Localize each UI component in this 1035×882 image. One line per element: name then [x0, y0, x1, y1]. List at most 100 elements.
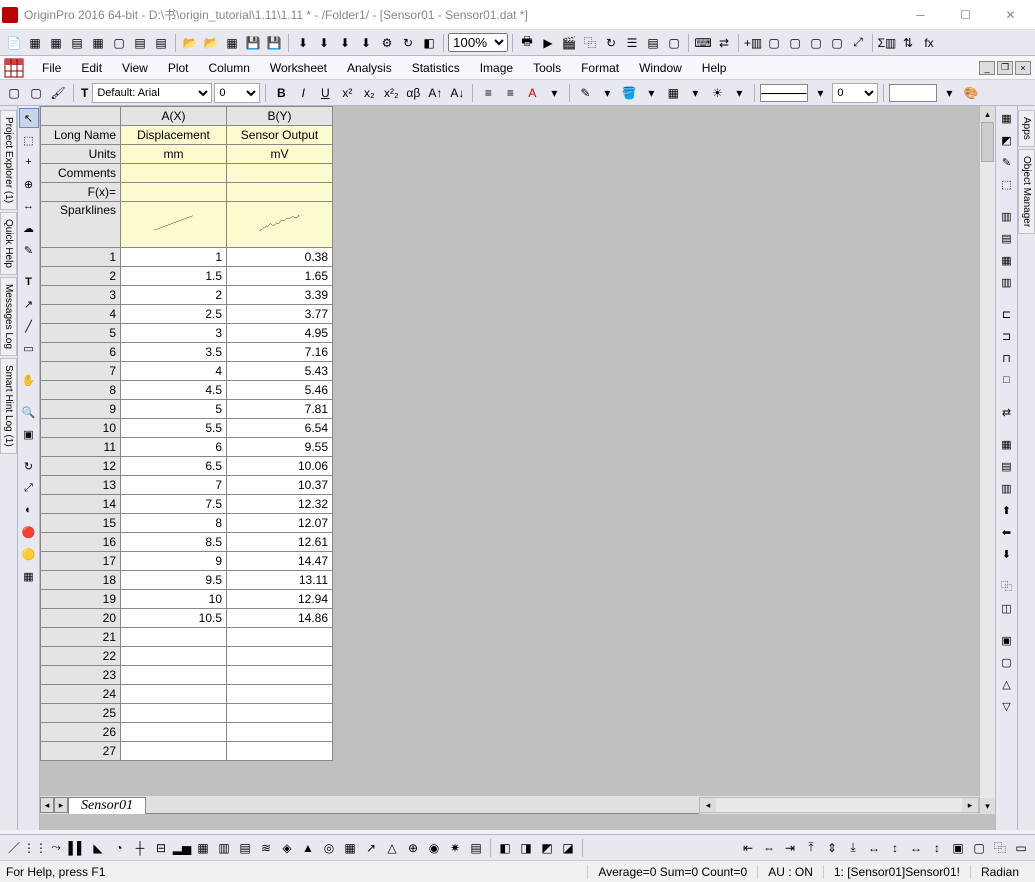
3d-xyz-icon[interactable]: ◈ — [277, 838, 297, 858]
cell-a[interactable]: 6.5 — [121, 457, 227, 476]
increase-font-icon[interactable]: A↑ — [425, 83, 445, 103]
horizontal-scrollbar[interactable]: ◂ ▸ — [699, 797, 979, 813]
bold-icon[interactable]: B — [271, 83, 291, 103]
long-name-label[interactable]: Long Name — [41, 126, 121, 145]
cell-a[interactable]: 3 — [121, 324, 227, 343]
row-header[interactable]: 22 — [41, 647, 121, 666]
new-graph-icon[interactable]: ▤ — [67, 33, 87, 53]
add-panel-icon[interactable]: ▦ — [997, 250, 1017, 270]
panning-tool-icon[interactable]: ✋ — [19, 370, 39, 390]
vertical-scrollbar[interactable]: ▴ ▾ — [979, 106, 995, 814]
add-inset-icon[interactable]: □ — [997, 370, 1017, 390]
light-dropdown-icon[interactable]: ▾ — [729, 83, 749, 103]
hscroll-right-icon[interactable]: ▸ — [962, 798, 978, 812]
menu-analysis[interactable]: Analysis — [337, 58, 402, 78]
save-icon[interactable]: 💾 — [243, 33, 263, 53]
align-left-icon2[interactable]: ⬅ — [997, 522, 1017, 542]
mask-tool-icon[interactable]: ☁ — [19, 218, 39, 238]
text-tool-icon[interactable]: T — [19, 272, 39, 292]
rescale-icon[interactable]: ⤢ — [848, 33, 868, 53]
open-icon[interactable]: 📂 — [180, 33, 200, 53]
cell-a[interactable]: 1 — [121, 248, 227, 267]
code-builder-icon[interactable]: ⌨ — [693, 33, 713, 53]
screen-reader-tool-icon[interactable]: ⊕ — [19, 174, 39, 194]
col-b-comments[interactable] — [227, 164, 333, 183]
align-obj-left-icon[interactable]: ⇤ — [738, 838, 758, 858]
cell-a[interactable]: 9.5 — [121, 571, 227, 590]
polar-plot-icon[interactable]: ⊕ — [403, 838, 423, 858]
cell-b[interactable]: 3.77 — [227, 305, 333, 324]
minimize-button[interactable]: ─ — [898, 1, 943, 29]
row-header[interactable]: 6 — [41, 343, 121, 362]
multi-panel-icon[interactable]: ▦ — [193, 838, 213, 858]
mdi-minimize-button[interactable]: _ — [979, 61, 995, 75]
transfer-icon[interactable]: ⇄ — [714, 33, 734, 53]
menu-tools[interactable]: Tools — [523, 58, 571, 78]
decrease-font-icon[interactable]: A↓ — [447, 83, 467, 103]
quick-help-tab[interactable]: Quick Help — [0, 212, 17, 275]
cell-a[interactable] — [121, 666, 227, 685]
data-reader-tool-icon[interactable]: + — [19, 152, 39, 172]
col-b-fx[interactable] — [227, 183, 333, 202]
project-explorer-tab[interactable]: Project Explorer (1) — [0, 110, 17, 210]
cell-b[interactable]: 12.32 — [227, 495, 333, 514]
pattern-icon[interactable]: ▦ — [663, 83, 683, 103]
add-layer-icon[interactable]: ◩ — [997, 130, 1017, 150]
merge-graph-icon[interactable]: ▤ — [997, 228, 1017, 248]
align-bottom-icon[interactable]: ⬇ — [997, 544, 1017, 564]
cell-a[interactable] — [121, 704, 227, 723]
vector-plot-icon[interactable]: ↗ — [361, 838, 381, 858]
send-to-back-icon[interactable]: ▢ — [764, 33, 784, 53]
line-style-combo[interactable] — [760, 84, 808, 102]
multi-y-icon[interactable]: ▥ — [214, 838, 234, 858]
close-button[interactable]: ✕ — [988, 1, 1033, 29]
bring-front-icon[interactable]: ▣ — [997, 630, 1017, 650]
mdi-close-button[interactable]: × — [1015, 61, 1031, 75]
color-swatch[interactable] — [889, 84, 937, 102]
cell-a[interactable] — [121, 647, 227, 666]
menu-help[interactable]: Help — [692, 58, 737, 78]
menu-column[interactable]: Column — [199, 58, 260, 78]
arrow-tool-icon[interactable]: ↗ — [19, 294, 39, 314]
cell-a[interactable] — [121, 628, 227, 647]
row-header[interactable]: 23 — [41, 666, 121, 685]
cell-a[interactable]: 5.5 — [121, 419, 227, 438]
link-axis-icon[interactable]: ⊏ — [997, 304, 1017, 324]
row-header[interactable]: 7 — [41, 362, 121, 381]
sheet-nav-first-icon[interactable]: ◂ — [40, 797, 54, 813]
video-icon[interactable]: 🎬 — [559, 33, 579, 53]
underline-icon[interactable]: U — [315, 83, 335, 103]
row-header[interactable]: 9 — [41, 400, 121, 419]
h-align-icon[interactable]: ▤ — [997, 456, 1017, 476]
project-explorer-icon[interactable]: ☰ — [622, 33, 642, 53]
comments-label[interactable]: Comments — [41, 164, 121, 183]
line-plot-icon[interactable]: ／ — [4, 838, 24, 858]
cell-b[interactable]: 12.07 — [227, 514, 333, 533]
merge-icon[interactable]: ▢ — [806, 33, 826, 53]
3d-surface-icon[interactable]: ▲ — [298, 838, 318, 858]
cell-b[interactable]: 7.16 — [227, 343, 333, 362]
font-color-dropdown-icon[interactable]: ▾ — [544, 83, 564, 103]
supersub-icon[interactable]: x²₂ — [381, 83, 401, 103]
col-b-sparkline[interactable] — [227, 202, 333, 248]
insert-object-icon[interactable]: ▦ — [19, 566, 39, 586]
menu-view[interactable]: View — [112, 58, 158, 78]
open-template-icon[interactable]: 📂 — [201, 33, 221, 53]
arrange-layer-icon[interactable]: ▥ — [997, 272, 1017, 292]
mask-range-tool-icon[interactable]: ◐ — [19, 500, 39, 520]
row-header[interactable]: 19 — [41, 590, 121, 609]
cell-b[interactable]: 10.06 — [227, 457, 333, 476]
radar-plot-icon[interactable]: ✷ — [445, 838, 465, 858]
align-obj-bottom-icon[interactable]: ⤓ — [843, 838, 863, 858]
results-log-icon[interactable]: ▤ — [643, 33, 663, 53]
units-label[interactable]: Units — [41, 145, 121, 164]
paintbrush-icon[interactable]: 🖌 — [48, 83, 68, 103]
cell-a[interactable]: 9 — [121, 552, 227, 571]
unmask-data-icon[interactable]: ◨ — [516, 838, 536, 858]
draw-data-tool-icon[interactable]: ✎ — [19, 240, 39, 260]
pointer-tool-icon[interactable]: ↖ — [19, 108, 39, 128]
histogram-plot-icon[interactable]: ▂▅ — [172, 838, 192, 858]
layer-icon[interactable]: ▢ — [785, 33, 805, 53]
cell-a[interactable]: 10.5 — [121, 609, 227, 628]
align-layers-icon[interactable]: ▦ — [997, 434, 1017, 454]
